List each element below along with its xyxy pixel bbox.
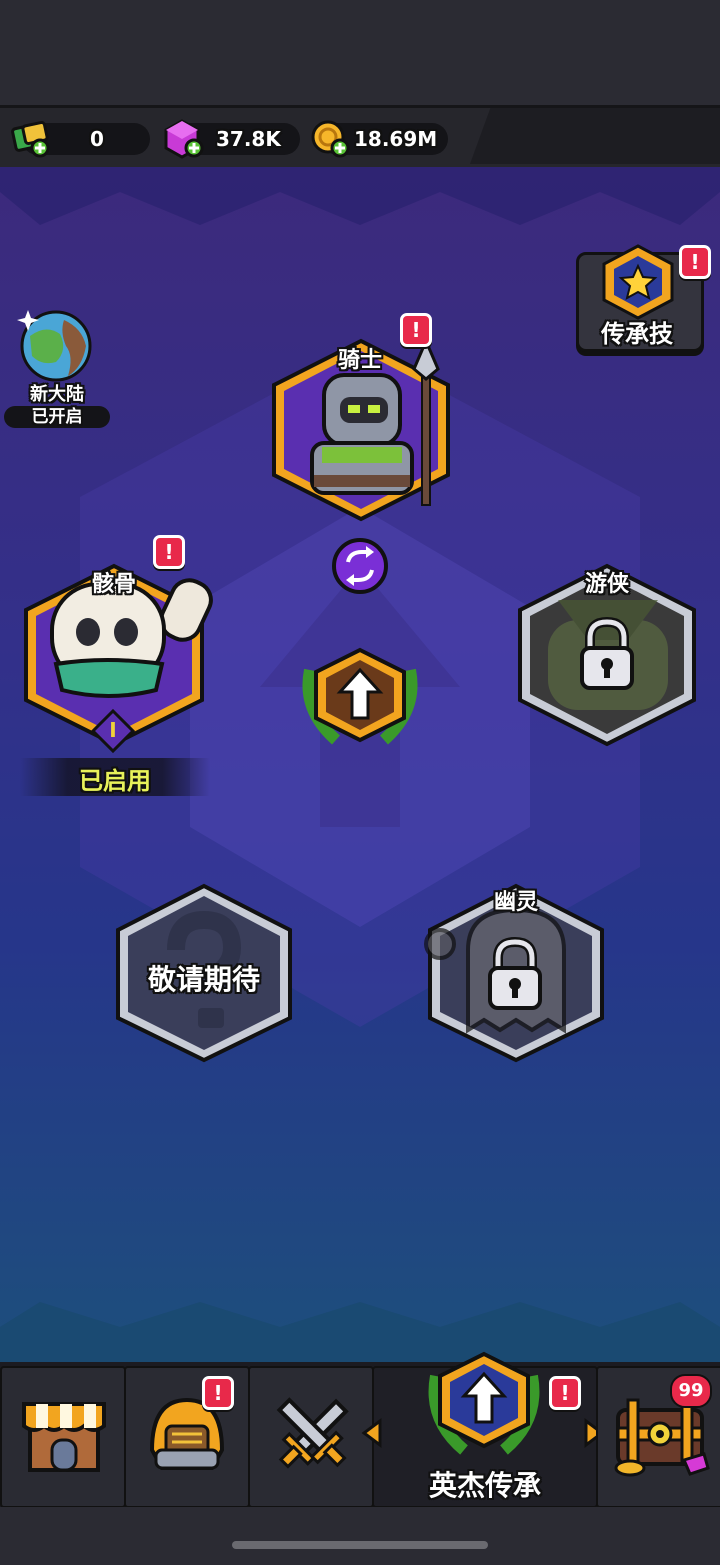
knight-name: 骑士 (337, 348, 382, 373)
swap-hero-button[interactable] (330, 536, 390, 596)
nav-tab-battle[interactable] (248, 1366, 374, 1508)
currency-bar-tail (470, 108, 720, 164)
ticket-icon[interactable] (10, 120, 56, 160)
gem-value: 37.8K (216, 127, 281, 151)
shop-icon (22, 1402, 106, 1472)
crossed-swords-icon (276, 1397, 349, 1469)
chest-count-badge: 99 (670, 1374, 712, 1408)
ranger-name: 游侠 (584, 572, 629, 597)
equipment-alert-badge: ! (202, 1376, 234, 1410)
zigzag-decoration-top (0, 167, 720, 225)
new-continent-title: 新大陆 (30, 384, 84, 405)
skeleton-level: I (109, 718, 117, 742)
ticket-value: 0 (90, 127, 104, 151)
gold-value: 18.69M (354, 127, 438, 151)
hero-upgrade-button[interactable] (296, 640, 424, 750)
system-gesture-area (0, 1507, 720, 1565)
coin-icon[interactable] (308, 118, 354, 160)
nav-tab-shop[interactable] (0, 1366, 126, 1508)
zigzag-decoration-bottom (0, 1302, 720, 1362)
hero-legacy-alert-badge: ! (549, 1376, 581, 1410)
home-indicator[interactable] (232, 1541, 488, 1549)
legacy-skill-label: 传承技 (601, 320, 673, 348)
ghost-name: 幽灵 (493, 890, 538, 915)
new-continent-status: 已开启 (4, 406, 110, 428)
upgrade-arrow-icon (428, 1351, 540, 1455)
gem-icon[interactable] (162, 118, 208, 160)
skeleton-name: 骸骨 (91, 572, 136, 597)
coming-soon-label: 敬请期待 (147, 963, 260, 996)
skeleton-alert-badge: ! (153, 535, 185, 569)
knight-alert-badge: ! (400, 313, 432, 347)
legacy-skill-alert-badge: ! (679, 245, 711, 279)
status-bar-area (0, 0, 720, 105)
chevron-left-icon (361, 1418, 382, 1448)
skeleton-status: 已启用 (79, 767, 151, 795)
globe-icon[interactable] (16, 306, 100, 386)
star-hexagon-icon (602, 244, 674, 320)
hero-legacy-tab-label: 英杰传承 (428, 1469, 541, 1502)
